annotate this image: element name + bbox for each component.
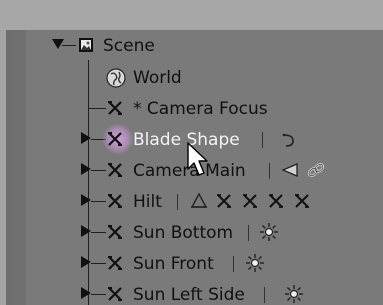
- collapsed-triangle-icon[interactable]: [81, 163, 91, 175]
- separator: [177, 194, 178, 210]
- empty-axes-icon: [108, 163, 122, 177]
- tree-row-label: World: [133, 68, 182, 88]
- tree-row-sun-left-side[interactable]: Sun Left Side: [26, 280, 383, 305]
- collapsed-triangle-icon[interactable]: [81, 194, 91, 206]
- tree-connector: [91, 201, 106, 202]
- outliner-gutter: [6, 30, 26, 305]
- tree-row-sun-bottom[interactable]: Sun Bottom: [26, 218, 383, 248]
- tree-row-label: Sun Left Side: [133, 285, 245, 305]
- empty-axes-icon[interactable]: [241, 192, 259, 210]
- empty-axes-icon: [108, 132, 122, 146]
- link-icon[interactable]: [306, 161, 326, 179]
- tree-row-sun-front[interactable]: Sun Front: [26, 249, 383, 279]
- tree-row-label: Sun Front: [133, 254, 214, 274]
- collapsed-triangle-icon[interactable]: [81, 225, 91, 237]
- camera-icon[interactable]: [281, 162, 299, 178]
- world-icon: [106, 68, 126, 88]
- empty-axes-icon: [108, 194, 122, 208]
- header-bar[interactable]: [0, 0, 383, 30]
- tree-connector: [91, 170, 106, 171]
- empty-axes-icon[interactable]: [215, 192, 233, 210]
- separator: [248, 225, 249, 241]
- tree-row-camera-focus[interactable]: * Camera Focus: [26, 95, 383, 125]
- separator: [264, 287, 265, 303]
- tree-connector: [91, 263, 106, 264]
- tree-row-hilt[interactable]: Hilt: [26, 187, 383, 217]
- tree-row-label: * Camera Focus: [133, 99, 268, 119]
- sun-lamp-icon[interactable]: [245, 253, 265, 273]
- scene-icon: [79, 38, 93, 52]
- tree-row-scene[interactable]: Scene: [26, 33, 383, 63]
- empty-axes-icon: [108, 101, 122, 115]
- collapsed-triangle-icon[interactable]: [81, 256, 91, 268]
- tree-row-world[interactable]: World: [26, 64, 383, 94]
- expand-triangle-icon[interactable]: [52, 39, 64, 49]
- tree-row-label: Scene: [103, 36, 155, 56]
- tree-row-label: Sun Bottom: [133, 223, 234, 243]
- mouse-cursor-icon: [187, 142, 208, 176]
- tree-connector: [91, 294, 106, 295]
- empty-axes-icon[interactable]: [293, 192, 311, 210]
- empty-axes-icon: [108, 287, 122, 301]
- empty-axes-icon: [108, 256, 122, 270]
- collapsed-triangle-icon[interactable]: [81, 132, 91, 144]
- separator: [262, 132, 263, 148]
- separator: [233, 256, 234, 272]
- outliner-tree: Scene World * Camera Focus Blade Shape C…: [26, 30, 383, 305]
- armature-icon[interactable]: [190, 193, 208, 209]
- curve-icon[interactable]: [281, 132, 297, 148]
- outliner-window: Scene World * Camera Focus Blade Shape C…: [0, 0, 383, 305]
- tree-connector: [91, 232, 106, 233]
- empty-axes-icon: [108, 225, 122, 239]
- empty-axes-icon[interactable]: [267, 192, 285, 210]
- tree-connector: [88, 108, 106, 109]
- tree-row-label: Hilt: [133, 192, 162, 212]
- collapsed-triangle-icon[interactable]: [81, 287, 91, 299]
- separator: [269, 163, 270, 179]
- sun-lamp-icon[interactable]: [259, 222, 279, 242]
- sun-lamp-icon[interactable]: [284, 284, 304, 304]
- tree-connector: [62, 45, 76, 46]
